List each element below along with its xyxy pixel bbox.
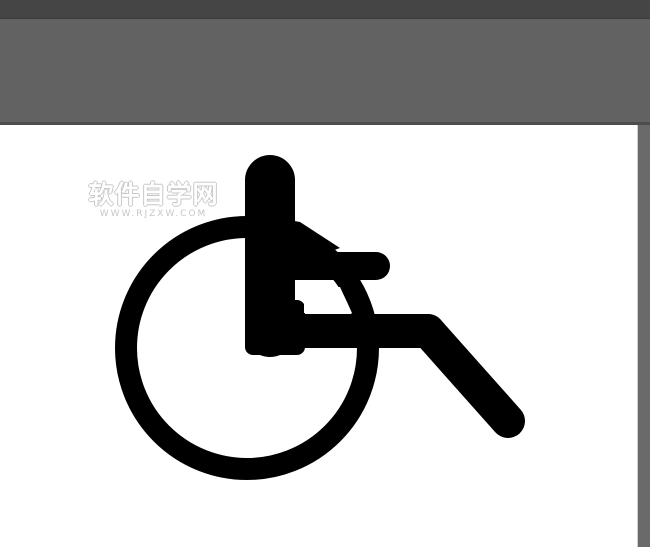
editor-window: 软件自学网 WWW.RJZXW.COM [0, 0, 650, 547]
wheelchair-icon [115, 155, 525, 480]
leg-shape [411, 314, 525, 438]
